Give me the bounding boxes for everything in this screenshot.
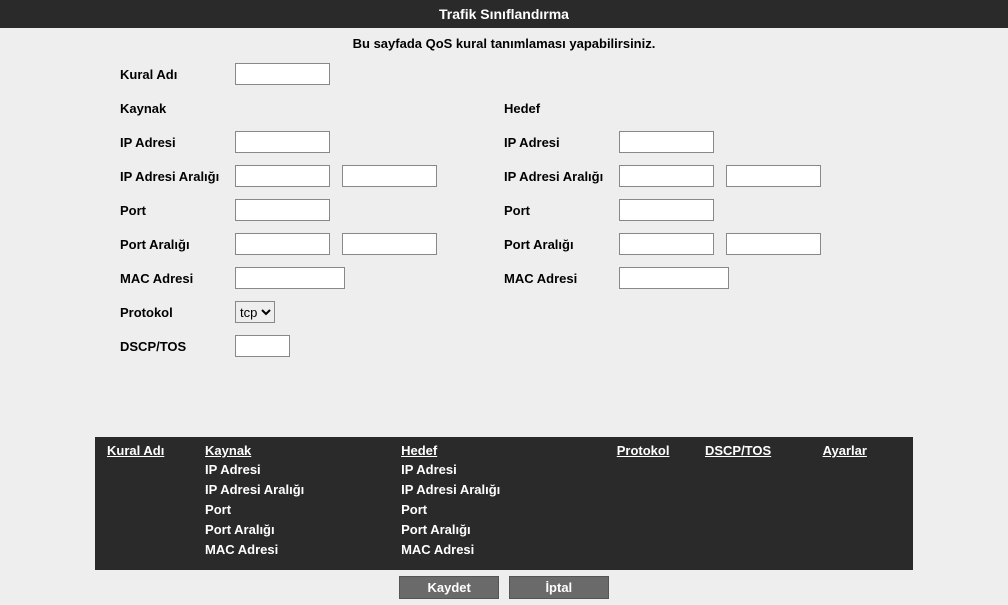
cancel-button[interactable]: İptal — [509, 576, 609, 599]
src-sub-mac: MAC Adresi — [205, 540, 401, 560]
rules-table: Kural Adı Kaynak IP Adresi IP Adresi Ara… — [95, 437, 913, 570]
footer-buttons: Kaydet İptal — [0, 570, 1008, 605]
form-area: Kural Adı Kaynak Hedef IP Adresi IP Adre… — [0, 61, 1008, 387]
th-target: Hedef — [401, 443, 437, 458]
src-sub-iprange: IP Adresi Aralığı — [205, 480, 401, 500]
src-sub-port: Port — [205, 500, 401, 520]
page-title: Trafik Sınıflandırma — [0, 0, 1008, 28]
dst-ip-range-label: IP Adresi Aralığı — [504, 169, 619, 184]
rule-name-input[interactable] — [235, 63, 330, 85]
source-sublist: IP Adresi IP Adresi Aralığı Port Port Ar… — [205, 460, 401, 560]
th-rule: Kural Adı — [107, 443, 164, 458]
dst-port-range-b-input[interactable] — [726, 233, 821, 255]
dst-port-input[interactable] — [619, 199, 714, 221]
src-port-range-b-input[interactable] — [342, 233, 437, 255]
save-button[interactable]: Kaydet — [399, 576, 499, 599]
rule-name-label: Kural Adı — [120, 67, 235, 82]
th-protocol: Protokol — [617, 443, 670, 458]
dst-ip-label: IP Adresi — [504, 135, 619, 150]
protocol-label: Protokol — [120, 305, 235, 320]
target-section-label: Hedef — [504, 101, 540, 116]
src-port-label: Port — [120, 203, 235, 218]
dst-ip-range-b-input[interactable] — [726, 165, 821, 187]
src-port-range-a-input[interactable] — [235, 233, 330, 255]
dst-mac-label: MAC Adresi — [504, 271, 619, 286]
th-source: Kaynak — [205, 443, 251, 458]
src-ip-range-label: IP Adresi Aralığı — [120, 169, 235, 184]
dst-ip-range-a-input[interactable] — [619, 165, 714, 187]
src-ip-range-a-input[interactable] — [235, 165, 330, 187]
dst-sub-mac: MAC Adresi — [401, 540, 617, 560]
dst-sub-portrange: Port Aralığı — [401, 520, 617, 540]
page-subtitle: Bu sayfada QoS kural tanımlaması yapabil… — [0, 28, 1008, 61]
th-settings: Ayarlar — [823, 443, 867, 458]
dst-mac-input[interactable] — [619, 267, 729, 289]
target-sublist: IP Adresi IP Adresi Aralığı Port Port Ar… — [401, 460, 617, 560]
dst-port-label: Port — [504, 203, 619, 218]
dscp-label: DSCP/TOS — [120, 339, 235, 354]
protocol-select[interactable]: tcp — [235, 301, 275, 323]
src-mac-input[interactable] — [235, 267, 345, 289]
src-port-input[interactable] — [235, 199, 330, 221]
dst-port-range-a-input[interactable] — [619, 233, 714, 255]
dst-ip-input[interactable] — [619, 131, 714, 153]
source-section-label: Kaynak — [120, 101, 166, 116]
src-sub-ip: IP Adresi — [205, 460, 401, 480]
src-mac-label: MAC Adresi — [120, 271, 235, 286]
dst-sub-iprange: IP Adresi Aralığı — [401, 480, 617, 500]
src-ip-range-b-input[interactable] — [342, 165, 437, 187]
dst-port-range-label: Port Aralığı — [504, 237, 619, 252]
src-ip-label: IP Adresi — [120, 135, 235, 150]
dst-sub-ip: IP Adresi — [401, 460, 617, 480]
src-port-range-label: Port Aralığı — [120, 237, 235, 252]
dscp-input[interactable] — [235, 335, 290, 357]
th-dscp: DSCP/TOS — [705, 443, 771, 458]
src-ip-input[interactable] — [235, 131, 330, 153]
src-sub-portrange: Port Aralığı — [205, 520, 401, 540]
dst-sub-port: Port — [401, 500, 617, 520]
